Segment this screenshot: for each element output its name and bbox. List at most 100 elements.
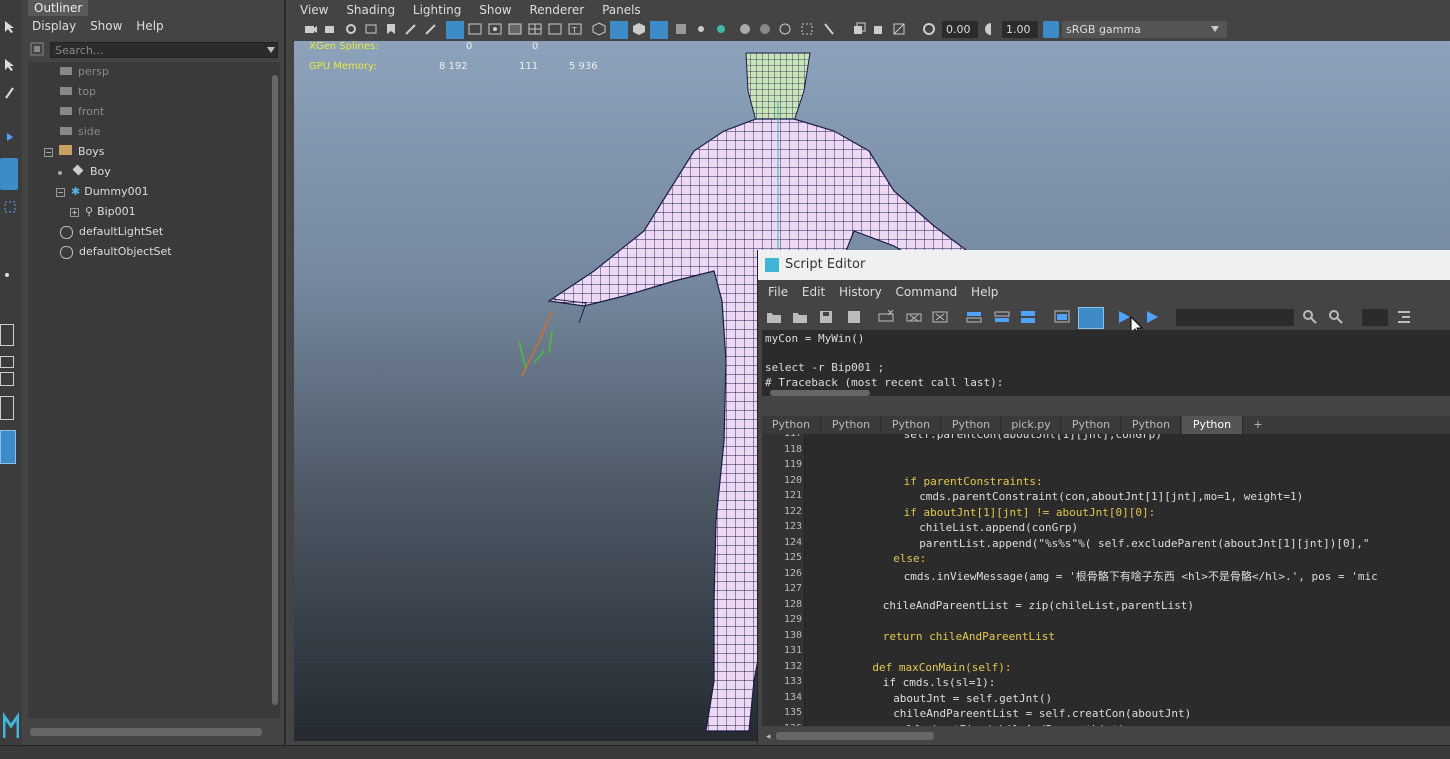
save-script-icon[interactable] [818, 309, 834, 325]
pane-splitter[interactable] [758, 404, 1450, 414]
outliner-menu-show[interactable]: Show [90, 16, 122, 36]
layout-four-icon[interactable] [0, 372, 14, 386]
smooth-shade-icon[interactable] [610, 21, 628, 39]
resolution-gate-icon[interactable] [488, 22, 502, 36]
gamma-field[interactable]: 1.00 [1002, 21, 1038, 38]
tab-python-active[interactable]: Python [1182, 416, 1243, 434]
motion-blur-icon[interactable] [758, 22, 772, 36]
tree-item-bip001[interactable]: + ⚲ Bip001 [70, 202, 136, 222]
code-hscrollbar[interactable] [776, 732, 934, 740]
collapse-icon[interactable]: − [56, 188, 65, 197]
camera-lock-icon[interactable] [324, 22, 338, 36]
outliner-menu-help[interactable]: Help [136, 16, 163, 36]
outliner-title[interactable]: Outliner [28, 0, 89, 16]
tab-python-5[interactable]: Python [1062, 416, 1121, 434]
search-previous-icon[interactable] [1328, 309, 1344, 325]
select-tool-icon[interactable] [3, 20, 17, 34]
move-tool-icon[interactable] [3, 130, 17, 144]
history-hscrollbar[interactable] [770, 390, 870, 396]
shadows-icon[interactable] [714, 22, 728, 36]
echo-commands-icon[interactable] [1054, 309, 1070, 325]
paint-tool-icon[interactable] [3, 86, 17, 100]
wireframe-on-shaded-icon[interactable] [650, 21, 668, 39]
isolate-select-icon[interactable] [800, 22, 814, 36]
layout-single-icon[interactable] [0, 324, 14, 346]
vp-menu-panels[interactable]: Panels [602, 0, 641, 20]
backface-icon[interactable] [892, 22, 906, 36]
clear-all-icon[interactable] [932, 309, 948, 325]
ambient-occlusion-icon[interactable] [738, 22, 752, 36]
safe-action-icon[interactable] [548, 22, 562, 36]
tree-item-defaultlightset[interactable]: defaultLightSet [60, 222, 163, 242]
tree-item-defaultobjectset[interactable]: defaultObjectSet [60, 242, 172, 262]
gate-mask-icon[interactable] [508, 22, 522, 36]
layout-outliner-icon[interactable] [0, 396, 14, 420]
time-slider[interactable] [0, 745, 1450, 759]
scroll-left-icon[interactable]: ◂ [766, 732, 774, 742]
show-history-icon[interactable] [966, 309, 982, 325]
tab-python-6[interactable]: Python [1122, 416, 1181, 434]
collapse-icon[interactable]: − [44, 148, 53, 157]
goto-line-input[interactable] [1362, 309, 1388, 326]
scale-tool-icon[interactable] [3, 200, 17, 214]
search-script-input[interactable] [1176, 309, 1294, 326]
grease-pencil-icon[interactable] [404, 22, 418, 36]
open-script-icon[interactable] [766, 309, 782, 325]
tree-item-persp[interactable]: persp [60, 62, 109, 82]
filter-icon[interactable] [30, 42, 44, 56]
xray-joints-icon[interactable] [852, 22, 866, 36]
chevron-down-icon[interactable] [1210, 24, 1220, 34]
field-chart-icon[interactable] [528, 22, 542, 36]
layout-active-icon[interactable] [0, 430, 16, 464]
search-next-icon[interactable] [1302, 309, 1318, 325]
show-both-icon[interactable] [1020, 309, 1036, 325]
tree-item-front[interactable]: front [60, 102, 104, 122]
clear-history-icon[interactable] [878, 309, 894, 325]
expand-icon[interactable]: + [70, 208, 79, 217]
tab-python-1[interactable]: Python [762, 416, 821, 434]
film-gate-icon[interactable] [468, 22, 482, 36]
exposure-field[interactable]: 0.00 [942, 21, 978, 38]
wireframe-icon[interactable] [592, 22, 606, 36]
tree-item-side[interactable]: side [60, 122, 101, 142]
exposure-icon[interactable] [922, 22, 936, 36]
tab-python-4[interactable]: Python [942, 416, 1001, 434]
color-management-icon[interactable] [1043, 21, 1059, 38]
tree-item-boys[interactable]: − Boys [44, 142, 105, 162]
outliner-hscrollbar[interactable] [30, 728, 262, 736]
save-to-shelf-icon[interactable] [846, 309, 862, 325]
xray-active-icon[interactable] [872, 22, 886, 36]
gamma-icon[interactable] [984, 22, 998, 36]
tab-python-2[interactable]: Python [822, 416, 881, 434]
tab-python-3[interactable]: Python [882, 416, 941, 434]
show-input-icon[interactable] [994, 309, 1010, 325]
execute-icon[interactable] [1144, 309, 1160, 325]
source-script-icon[interactable] [792, 309, 808, 325]
default-material-icon[interactable] [632, 22, 646, 36]
outliner-scrollbar-thumb[interactable] [272, 75, 278, 705]
image-plane-icon[interactable] [364, 22, 378, 36]
vp-menu-shading[interactable]: Shading [346, 0, 395, 20]
vp-menu-renderer[interactable]: Renderer [529, 0, 584, 20]
tab-pick-py[interactable]: pick.py [1002, 416, 1061, 434]
soft-select-icon[interactable] [3, 268, 17, 282]
script-input-pane[interactable]: 117 118 119 120 121 122 123 124 125 126 127 128 129 1… [762, 434, 1450, 726]
show-line-numbers-icon[interactable] [1078, 307, 1104, 329]
grid-toggle-icon[interactable] [446, 21, 464, 39]
textured-icon[interactable] [674, 22, 688, 36]
clear-input-icon[interactable] [906, 309, 922, 325]
safe-title-icon[interactable]: T [568, 22, 582, 36]
se-menu-history[interactable]: History [839, 280, 882, 304]
select-camera-icon[interactable] [304, 22, 318, 36]
bookmark-icon[interactable] [384, 22, 398, 36]
vp-menu-lighting[interactable]: Lighting [413, 0, 462, 20]
se-menu-edit[interactable]: Edit [802, 280, 825, 304]
script-editor-titlebar[interactable]: Script Editor [758, 250, 1450, 280]
outliner-search-input[interactable]: Search... [50, 42, 278, 58]
vp-menu-show[interactable]: Show [479, 0, 511, 20]
lasso-tool-icon[interactable] [3, 58, 17, 72]
se-menu-file[interactable]: File [768, 280, 788, 304]
vp-menu-view[interactable]: View [300, 0, 328, 20]
script-history-pane[interactable]: myCon = MyWin() select -r Bip001 ; # Tra… [762, 330, 1450, 396]
tree-item-boy[interactable]: Boy [58, 162, 111, 182]
